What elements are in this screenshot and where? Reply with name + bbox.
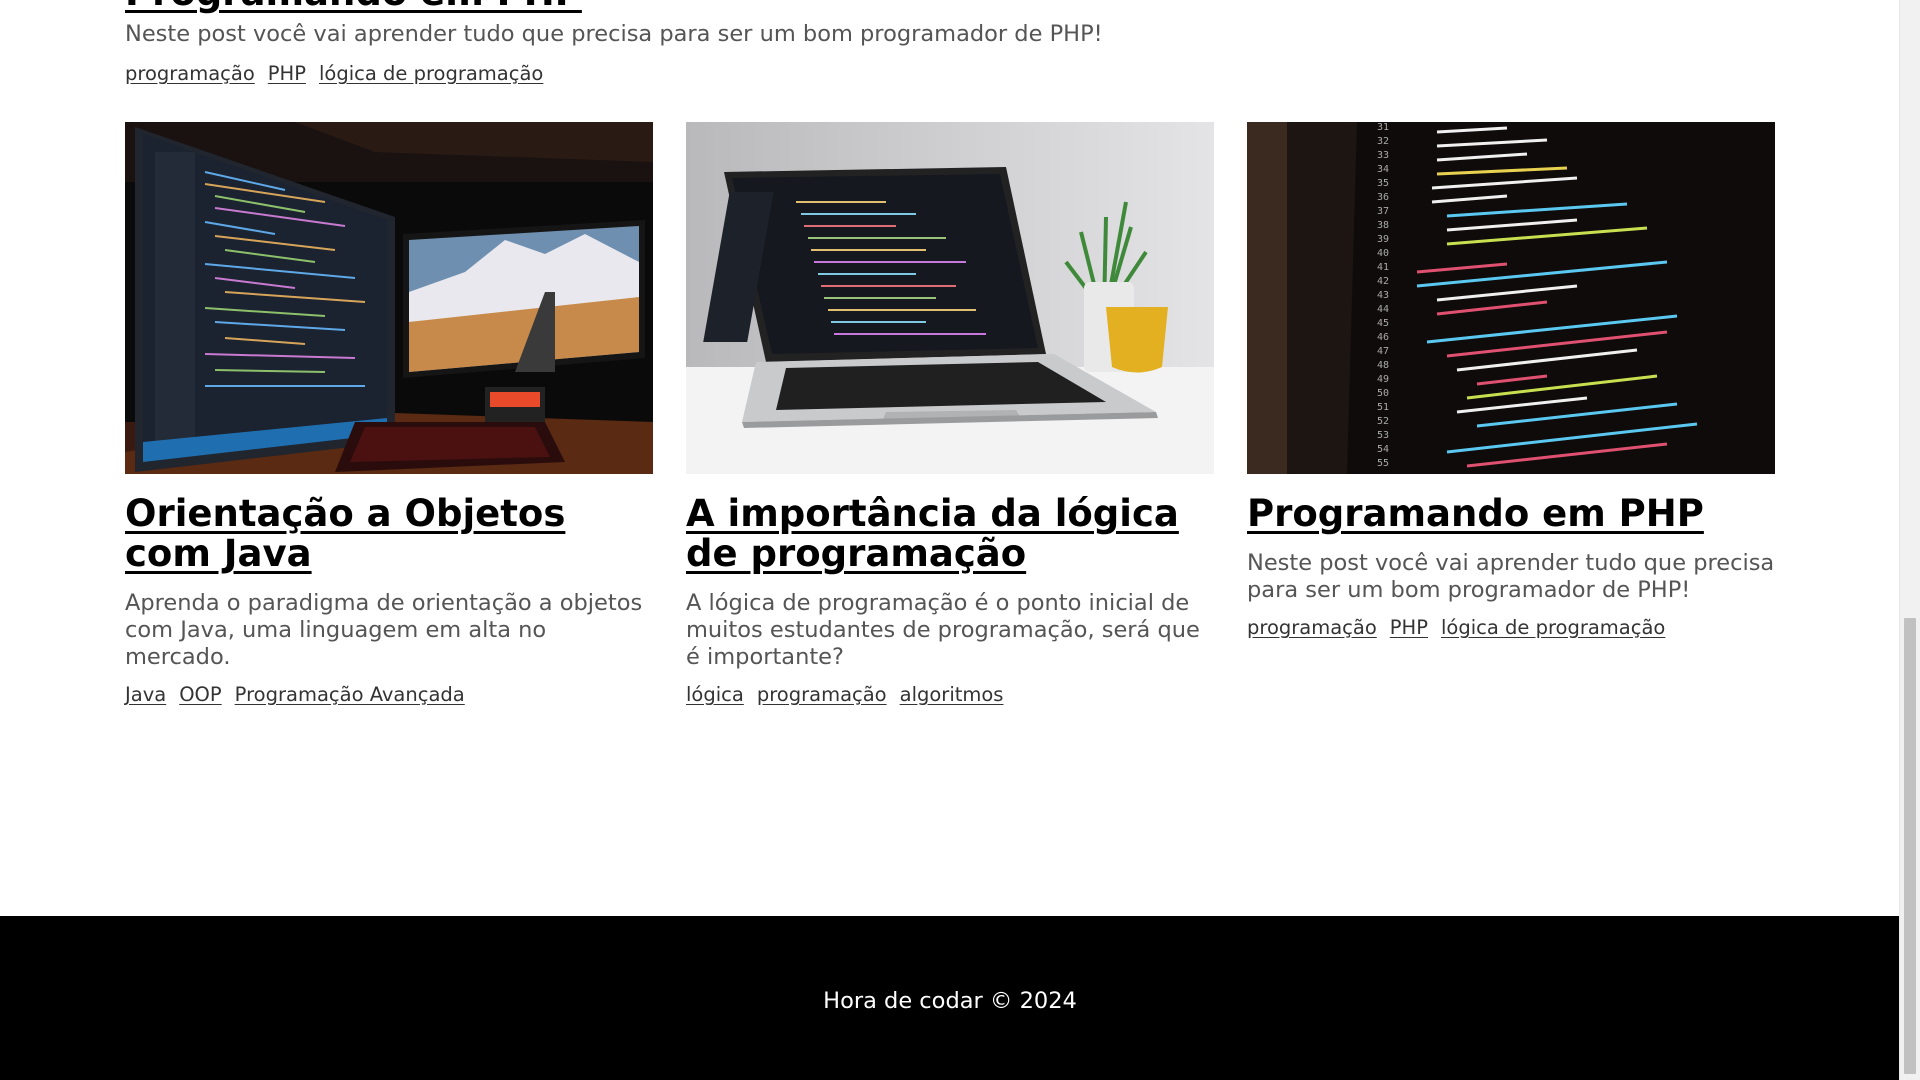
- svg-text:45: 45: [1377, 318, 1389, 329]
- svg-text:52: 52: [1377, 416, 1389, 427]
- svg-text:33: 33: [1377, 150, 1389, 161]
- post-description: Aprenda o paradigma de orientação a obje…: [125, 590, 643, 670]
- svg-text:39: 39: [1377, 234, 1389, 245]
- svg-text:40: 40: [1377, 248, 1389, 259]
- svg-text:47: 47: [1377, 346, 1389, 357]
- site-footer: Hora de codar © 2024: [0, 916, 1900, 1080]
- scrollbar-thumb[interactable]: [1904, 618, 1916, 1074]
- svg-text:37: 37: [1377, 206, 1389, 217]
- tag-link[interactable]: PHP: [1390, 616, 1428, 640]
- post-image-dual-monitors[interactable]: [125, 122, 653, 474]
- svg-text:43: 43: [1377, 290, 1389, 301]
- tag-link[interactable]: Java: [125, 683, 166, 707]
- post-tags: Java OOP Programação Avançada: [125, 683, 653, 707]
- post-tags: programação PHP lógica de programação: [125, 62, 1325, 86]
- post-title-link[interactable]: Programando em PHP: [125, 0, 1325, 13]
- post-title-link[interactable]: Orientação a Objetos com Java: [125, 494, 653, 574]
- svg-text:34: 34: [1377, 164, 1389, 175]
- svg-text:46: 46: [1377, 332, 1389, 343]
- svg-text:31: 31: [1377, 122, 1389, 133]
- tag-link[interactable]: lógica de programação: [319, 62, 543, 86]
- post-description: Neste post você vai aprender tudo que pr…: [1247, 550, 1775, 603]
- svg-text:53: 53: [1377, 430, 1389, 441]
- post-tags: programação PHP lógica de programação: [1247, 616, 1775, 640]
- svg-text:54: 54: [1377, 444, 1389, 455]
- post-description: A lógica de programação é o ponto inicia…: [686, 590, 1200, 670]
- svg-text:50: 50: [1377, 388, 1389, 399]
- svg-text:44: 44: [1377, 304, 1389, 315]
- posts-grid: Orientação a Objetos com Java Aprenda o …: [125, 122, 1775, 707]
- svg-text:36: 36: [1377, 192, 1389, 203]
- svg-text:32: 32: [1377, 136, 1389, 147]
- tag-link[interactable]: programação: [757, 683, 887, 707]
- svg-text:35: 35: [1377, 178, 1389, 189]
- footer-copyright: Hora de codar © 2024: [823, 987, 1077, 1014]
- blog-page: Programando em PHP Neste post você vai a…: [0, 0, 1900, 1080]
- tag-link[interactable]: lógica de programação: [1441, 616, 1665, 640]
- tag-link[interactable]: programação: [1247, 616, 1377, 640]
- svg-text:41: 41: [1377, 262, 1389, 273]
- svg-text:38: 38: [1377, 220, 1389, 231]
- post-card: Orientação a Objetos com Java Aprenda o …: [125, 122, 653, 707]
- vertical-scrollbar[interactable]: [1899, 0, 1920, 1080]
- post-image-code-closeup[interactable]: 31 32 33 34 35 36 37 38 39 40 41 42 43 44 45 46 47 4…: [1247, 122, 1775, 474]
- svg-text:49: 49: [1377, 374, 1389, 385]
- tag-link[interactable]: Programação Avançada: [235, 683, 465, 707]
- post-card: A importância da lógica de programação A…: [686, 122, 1214, 707]
- tag-link[interactable]: algoritmos: [900, 683, 1004, 707]
- post-title-link[interactable]: Programando em PHP: [1247, 494, 1775, 534]
- svg-text:42: 42: [1377, 276, 1389, 287]
- post-description: Neste post você vai aprender tudo que pr…: [125, 21, 1103, 47]
- svg-text:48: 48: [1377, 360, 1389, 371]
- tag-link[interactable]: lógica: [686, 683, 744, 707]
- svg-text:51: 51: [1377, 402, 1389, 413]
- tag-link[interactable]: PHP: [268, 62, 306, 86]
- post-card-top-partial: Programando em PHP Neste post você vai a…: [125, 0, 1325, 86]
- svg-text:55: 55: [1377, 458, 1389, 469]
- post-card: 31 32 33 34 35 36 37 38 39 40 41 42 43 44 45 46 47 4…: [1247, 122, 1775, 707]
- tag-link[interactable]: OOP: [179, 683, 221, 707]
- post-title-link[interactable]: A importância da lógica de programação: [686, 494, 1214, 574]
- post-image-laptop[interactable]: [686, 122, 1214, 474]
- tag-link[interactable]: programação: [125, 62, 255, 86]
- post-tags: lógica programação algoritmos: [686, 683, 1214, 707]
